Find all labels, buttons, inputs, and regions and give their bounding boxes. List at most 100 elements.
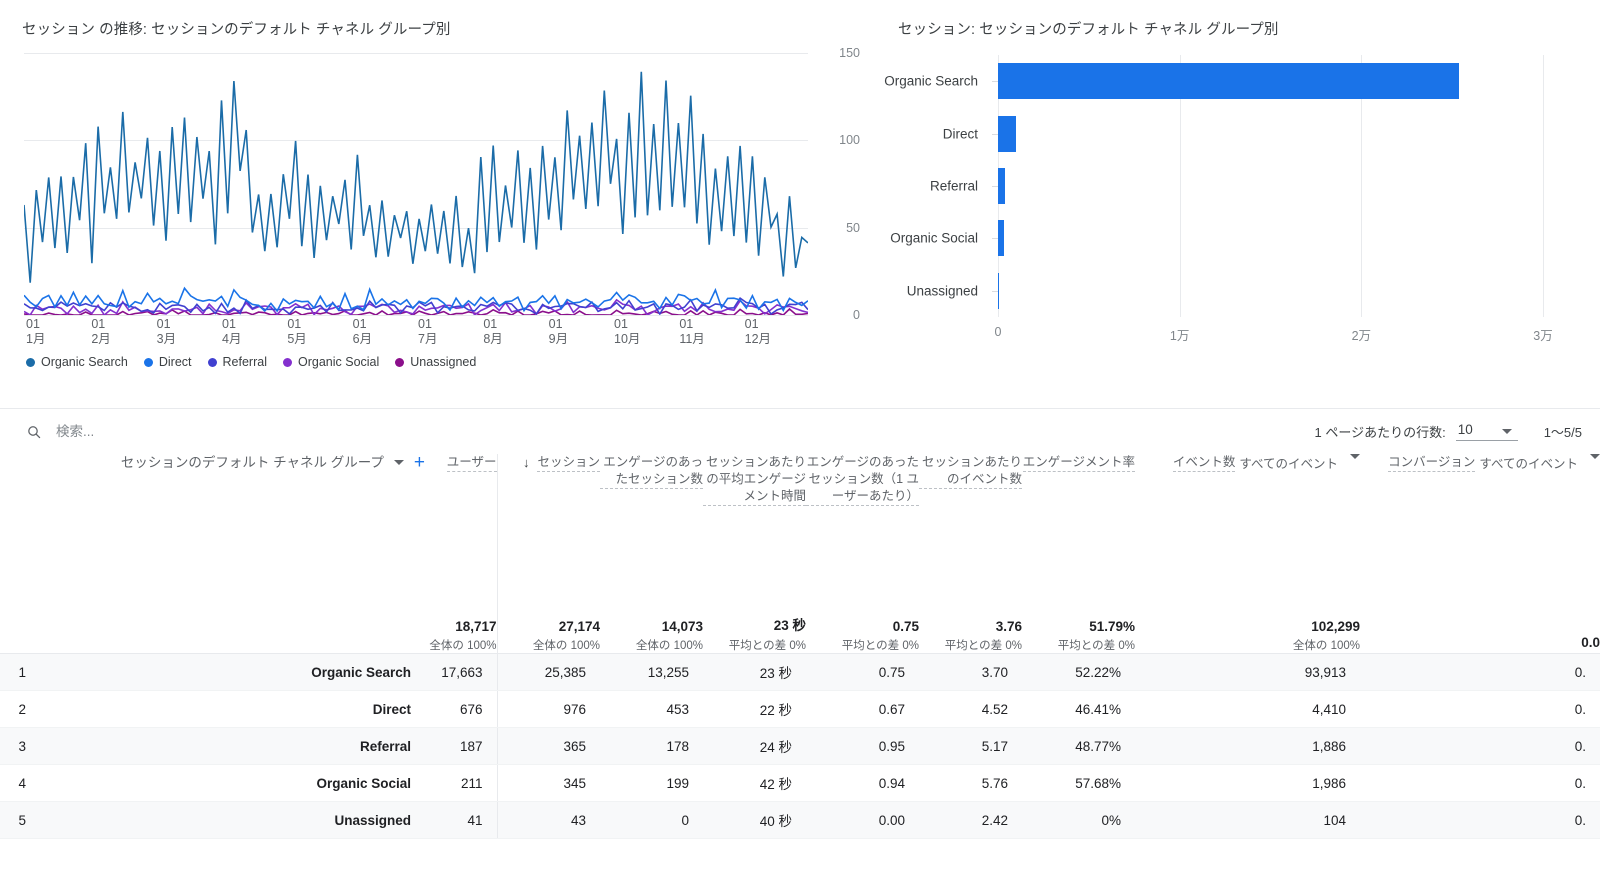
table-row[interactable]: 2Direct67697645322 秒0.674.5246.41%4,4100… — [0, 691, 1600, 728]
metric-header-label: セッションあたりの平均エンゲージメント時間 — [703, 454, 806, 506]
table-header-row: セッションのデフォルト チャネル グループ+ユーザー↓セッションエンゲージのあっ… — [0, 454, 1600, 614]
x-axis-tick-label: 1万 — [1170, 325, 1189, 344]
metric-header-label: エンゲージのあったセッション数 — [600, 454, 703, 489]
row-dimension[interactable]: Organic Social — [40, 765, 425, 802]
totals-subvalue: 全体の 100% — [425, 637, 497, 653]
rows-per-page-value[interactable]: 10 — [1456, 422, 1518, 441]
bar-category-label: Organic Search — [884, 74, 978, 89]
row-cell: 0% — [1022, 802, 1135, 839]
row-index: 5 — [0, 802, 40, 839]
bar-chart[interactable]: Organic SearchDirectReferralOrganic Soci… — [880, 55, 1600, 375]
legend-item[interactable]: Organic Social — [283, 355, 379, 369]
totals-subvalue: 平均との差 0% — [806, 637, 919, 653]
chevron-down-icon[interactable] — [1350, 454, 1360, 459]
line-chart-x-axis: 011月012月013月014月015月016月017月018月019月0110… — [24, 317, 808, 357]
totals-subvalue: 平均との差 0% — [703, 637, 806, 653]
totals-subvalue: 全体の 100% — [1135, 637, 1360, 653]
channel-group-table: セッションのデフォルト チャネル グループ+ユーザー↓セッションエンゲージのあっ… — [0, 454, 1600, 839]
x-axis-tick-label: 014月 — [222, 317, 241, 347]
row-cell: 52.22% — [1022, 654, 1135, 691]
chevron-down-icon[interactable] — [394, 460, 404, 465]
chevron-down-icon — [1502, 429, 1512, 434]
legend-label: Organic Search — [41, 355, 128, 369]
table-header-metric[interactable]: セッションあたりの平均エンゲージメント時間 — [703, 454, 806, 614]
row-cell: 1,986 — [1135, 765, 1360, 802]
table-header-metric[interactable]: エンゲージのあったセッション数 — [600, 454, 703, 614]
metric-header-label: セッションあたりのイベント数 — [919, 454, 1022, 489]
row-dimension[interactable]: Direct — [40, 691, 425, 728]
x-axis-tick-label: 0 — [995, 325, 1002, 339]
row-cell: 0. — [1360, 691, 1600, 728]
x-axis-tick-label: 0111月 — [679, 317, 704, 347]
row-index: 3 — [0, 728, 40, 765]
legend-item[interactable]: Referral — [208, 355, 267, 369]
row-cell: 0.94 — [806, 765, 919, 802]
row-cell: 13,255 — [600, 654, 703, 691]
row-cell: 48.77% — [1022, 728, 1135, 765]
table-header-dimension[interactable]: セッションのデフォルト チャネル グループ+ — [40, 454, 425, 614]
table-header-metric[interactable]: コンバージョンすべてのイベント — [1360, 454, 1600, 614]
table-header-metric[interactable]: セッションあたりのイベント数 — [919, 454, 1022, 614]
search-input[interactable] — [54, 423, 314, 440]
x-axis-tick-label: 011月 — [26, 317, 45, 347]
totals-value: 51.79% — [1022, 619, 1135, 634]
y-axis-tick-label: 50 — [816, 221, 860, 235]
legend-item[interactable]: Unassigned — [395, 355, 476, 369]
bar[interactable] — [998, 220, 1004, 256]
table-row[interactable]: 5Unassigned4143040 秒0.002.420%1040. — [0, 802, 1600, 839]
row-cell: 0. — [1360, 728, 1600, 765]
search-box[interactable] — [0, 423, 314, 440]
line-chart-title: セッション の推移: セッションのデフォルト チャネル グループ別 — [0, 0, 880, 39]
row-cell: 211 — [425, 765, 497, 802]
rows-per-page-number: 10 — [1458, 422, 1473, 437]
bar-chart-title: セッション: セッションのデフォルト チャネル グループ別 — [880, 0, 1600, 39]
chevron-down-icon[interactable] — [1590, 454, 1600, 459]
legend-color-dot — [395, 358, 404, 367]
x-axis-tick-label: 0112月 — [745, 317, 771, 347]
totals-value: 18,717 — [425, 619, 497, 634]
line-chart[interactable]: 150100500 011月012月013月014月015月016月017月01… — [24, 53, 856, 333]
table-header-metric[interactable]: ユーザー — [425, 454, 497, 614]
table-header-metric[interactable]: ↓セッション — [497, 454, 600, 614]
add-dimension-icon[interactable]: + — [414, 455, 425, 471]
row-cell: 42 秒 — [703, 765, 806, 802]
sort-descending-icon[interactable]: ↓ — [523, 454, 530, 471]
bar[interactable] — [998, 63, 1459, 99]
legend-item[interactable]: Organic Search — [26, 355, 128, 369]
analytics-report-page: セッション の推移: セッションのデフォルト チャネル グループ別 150100… — [0, 0, 1600, 891]
bar[interactable] — [998, 116, 1016, 152]
row-dimension[interactable]: Unassigned — [40, 802, 425, 839]
table-row[interactable]: 4Organic Social21134519942 秒0.945.7657.6… — [0, 765, 1600, 802]
totals-subvalue: 全体の 100% — [600, 637, 703, 653]
totals-cell: 102,299全体の 100% — [1135, 614, 1360, 654]
table-row[interactable]: 3Referral18736517824 秒0.955.1748.77%1,88… — [0, 728, 1600, 765]
search-icon — [26, 424, 42, 440]
rows-per-page[interactable]: 1 ページあたりの行数: 10 — [1314, 422, 1517, 441]
row-index: 2 — [0, 691, 40, 728]
table-header-metric[interactable]: エンゲージメント率 — [1022, 454, 1135, 614]
totals-dimension — [40, 614, 425, 654]
row-cell: 93,913 — [1135, 654, 1360, 691]
table-toolbar: 1 ページあたりの行数: 10 1〜5/5 — [0, 408, 1600, 454]
table-header-metric[interactable]: エンゲージのあったセッション数（1 ユーザーあたり） — [806, 454, 919, 614]
row-cell: 0. — [1360, 802, 1600, 839]
row-cell: 199 — [600, 765, 703, 802]
legend-label: Direct — [159, 355, 192, 369]
table-row[interactable]: 1Organic Search17,66325,38513,25523 秒0.7… — [0, 654, 1600, 691]
row-cell: 0.95 — [806, 728, 919, 765]
x-axis-tick-label: 018月 — [483, 317, 502, 347]
row-cell: 4.52 — [919, 691, 1022, 728]
row-dimension[interactable]: Organic Search — [40, 654, 425, 691]
legend-item[interactable]: Direct — [144, 355, 192, 369]
charts-row: セッション の推移: セッションのデフォルト チャネル グループ別 150100… — [0, 0, 1600, 405]
bar[interactable] — [998, 273, 999, 309]
row-cell: 0. — [1360, 654, 1600, 691]
table-header-metric[interactable]: イベント数すべてのイベント — [1135, 454, 1360, 614]
row-dimension[interactable]: Referral — [40, 728, 425, 765]
x-axis-tick-label: 013月 — [157, 317, 176, 347]
grid-line — [24, 315, 808, 316]
y-axis-tick-label: 100 — [816, 133, 860, 147]
metric-header-sublabel: すべてのイベント — [1479, 456, 1578, 473]
row-cell: 43 — [497, 802, 600, 839]
bar[interactable] — [998, 168, 1005, 204]
